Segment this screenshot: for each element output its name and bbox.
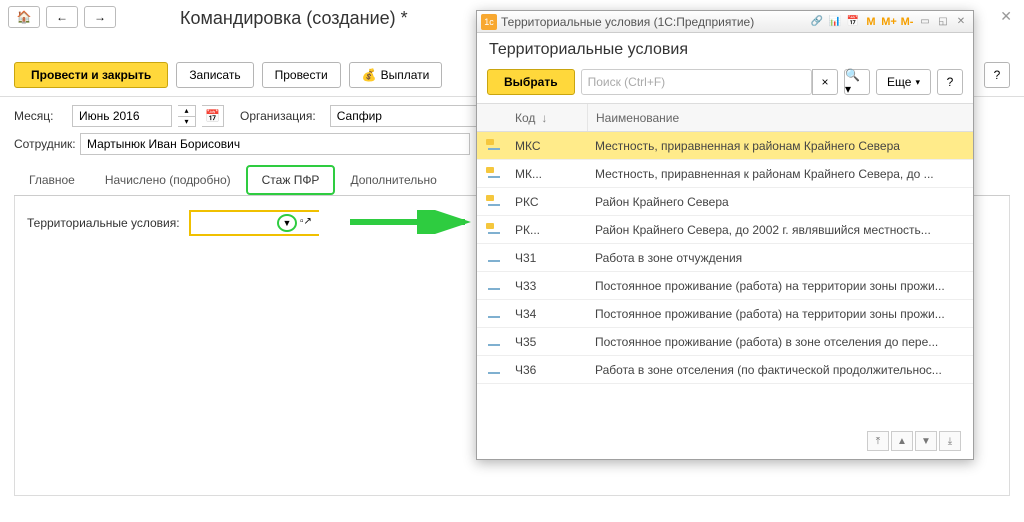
tool-icon-3[interactable]: 📅	[845, 14, 861, 30]
close-icon[interactable]: ✕	[1000, 8, 1012, 25]
row-code: МКС	[511, 139, 587, 153]
modal-titlebar[interactable]: 1c Территориальные условия (1С:Предприят…	[477, 11, 973, 33]
payout-button[interactable]: 💰Выплати	[349, 62, 443, 88]
page-title: Командировка (создание) *	[180, 8, 408, 29]
app-icon: 1c	[481, 14, 497, 30]
employee-label: Сотрудник:	[14, 137, 74, 151]
month-spinner[interactable]: ▴▾	[178, 105, 196, 127]
modal-header: Территориальные условия	[477, 33, 973, 65]
arrow-annotation	[350, 210, 480, 234]
month-label: Месяц:	[14, 109, 66, 123]
row-name: Постоянное проживание (работа) на террит…	[587, 279, 973, 293]
page-up[interactable]: ▲	[891, 431, 913, 451]
help-modal-button[interactable]: ?	[937, 69, 963, 95]
territorial-input-wrap: ▼ ▫↗	[189, 210, 319, 236]
minimize-icon[interactable]: ▭	[917, 14, 933, 30]
month-field[interactable]	[72, 105, 172, 127]
grid-header: Код↓ Наименование	[477, 104, 973, 132]
page-last[interactable]: ⤓	[939, 431, 961, 451]
mem-m[interactable]: M	[863, 14, 879, 30]
table-row[interactable]: РК...Район Крайнего Севера, до 2002 г. я…	[477, 216, 973, 244]
save-button[interactable]: Записать	[176, 62, 253, 88]
row-name: Район Крайнего Севера, до 2002 г. являвш…	[587, 223, 973, 237]
row-name: Местность, приравненная к районам Крайне…	[587, 167, 973, 181]
modal-titlebar-text: Территориальные условия (1С:Предприятие)	[501, 15, 809, 29]
table-row[interactable]: Ч36Работа в зоне отселения (по фактическ…	[477, 356, 973, 384]
row-name: Работа в зоне отчуждения	[587, 251, 973, 265]
grid: Код↓ Наименование МКСМестность, приравне…	[477, 103, 973, 384]
row-code: Ч34	[511, 307, 587, 321]
table-row[interactable]: Ч31Работа в зоне отчуждения	[477, 244, 973, 272]
row-code: Ч36	[511, 363, 587, 377]
modal-territorial: 1c Территориальные условия (1С:Предприят…	[476, 10, 974, 460]
more-button[interactable]: Еще▾	[876, 69, 931, 95]
row-code: РК...	[511, 223, 587, 237]
help-button[interactable]: ?	[984, 62, 1010, 88]
col-name[interactable]: Наименование	[587, 104, 973, 131]
home-button[interactable]: 🏠	[8, 6, 40, 28]
row-name: Район Крайнего Севера	[587, 195, 973, 209]
select-button[interactable]: Выбрать	[487, 69, 575, 95]
table-row[interactable]: Ч35Постоянное проживание (работа) в зоне…	[477, 328, 973, 356]
territorial-label: Территориальные условия:	[27, 216, 180, 230]
row-name: Постоянное проживание (работа) в зоне от…	[587, 335, 973, 349]
mem-mplus[interactable]: M+	[881, 14, 897, 30]
forward-button[interactable]: →	[84, 6, 116, 28]
row-name: Работа в зоне отселения (по фактической …	[587, 363, 973, 377]
tab-main[interactable]: Главное	[14, 166, 90, 196]
row-code: Ч35	[511, 335, 587, 349]
open-icon[interactable]: ▫↗	[297, 216, 315, 227]
dropdown-icon[interactable]: ▼	[277, 214, 297, 232]
table-row[interactable]: РКСРайон Крайнего Севера	[477, 188, 973, 216]
restore-icon[interactable]: ◱	[935, 14, 951, 30]
table-row[interactable]: Ч34Постоянное проживание (работа) на тер…	[477, 300, 973, 328]
mem-mminus[interactable]: M-	[899, 14, 915, 30]
post-and-close-button[interactable]: Провести и закрыть	[14, 62, 168, 88]
tool-icon-1[interactable]: 🔗	[809, 14, 825, 30]
tab-additional[interactable]: Дополнительно	[335, 166, 451, 196]
search-input[interactable]: Поиск (Ctrl+F)	[581, 69, 812, 95]
row-name: Постоянное проживание (работа) на террит…	[587, 307, 973, 321]
back-button[interactable]: ←	[46, 6, 78, 28]
org-label: Организация:	[240, 109, 320, 123]
employee-field[interactable]	[80, 133, 470, 155]
row-name: Местность, приравненная к районам Крайне…	[587, 139, 973, 153]
tool-icon-2[interactable]: 📊	[827, 14, 843, 30]
calendar-icon[interactable]: 📅	[202, 105, 224, 127]
page-first[interactable]: ⤒	[867, 431, 889, 451]
table-row[interactable]: Ч33Постоянное проживание (работа) на тер…	[477, 272, 973, 300]
table-row[interactable]: МК...Местность, приравненная к районам К…	[477, 160, 973, 188]
page-down[interactable]: ▼	[915, 431, 937, 451]
search-button[interactable]: 🔍 ▾	[844, 69, 870, 95]
col-code[interactable]: Код↓	[511, 111, 587, 125]
close-modal-icon[interactable]: ✕	[953, 14, 969, 30]
row-code: Ч31	[511, 251, 587, 265]
row-code: РКС	[511, 195, 587, 209]
row-code: МК...	[511, 167, 587, 181]
territorial-input[interactable]	[191, 212, 354, 234]
tab-accrued[interactable]: Начислено (подробно)	[90, 166, 246, 196]
row-code: Ч33	[511, 279, 587, 293]
table-row[interactable]: МКСМестность, приравненная к районам Кра…	[477, 132, 973, 160]
post-button[interactable]: Провести	[262, 62, 341, 88]
clear-search-icon[interactable]: ×	[812, 69, 838, 95]
tab-pfr[interactable]: Стаж ПФР	[246, 165, 336, 195]
